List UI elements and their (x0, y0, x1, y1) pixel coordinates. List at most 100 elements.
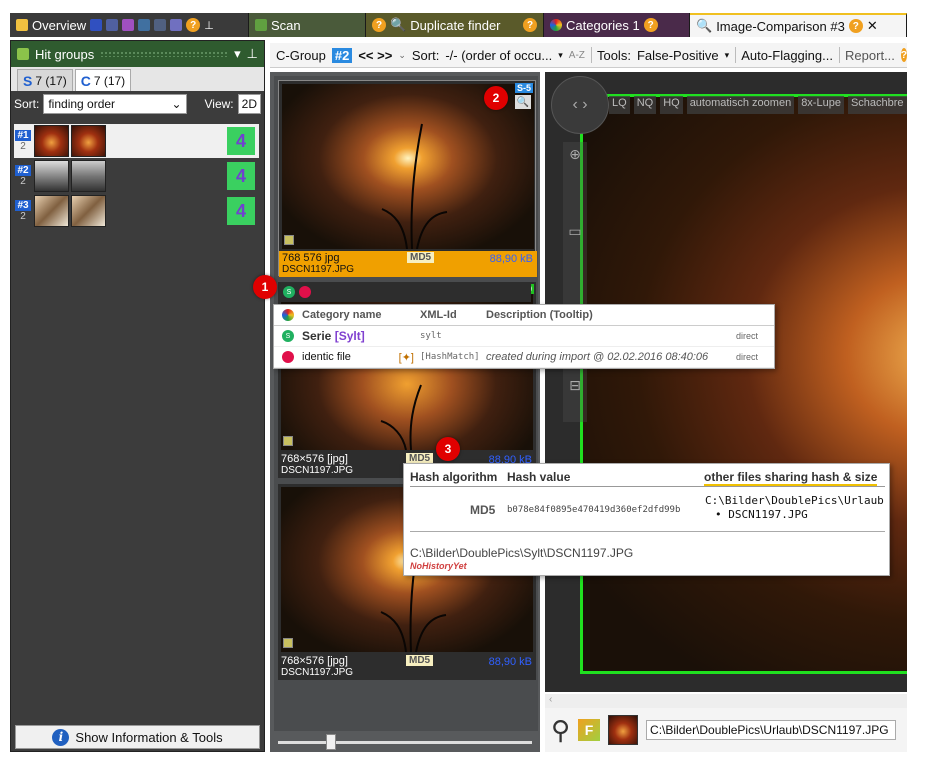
zoom-slider[interactable]: ⊕ ▭ ⊡ ⊟ (563, 142, 587, 422)
help-icon[interactable]: ? (186, 18, 201, 32)
dropdown-icon[interactable]: ⌄ (398, 50, 406, 61)
magnifier-icon: 🔍 (696, 18, 713, 33)
sort-row: Sort: finding order ⌄ View: 2D (11, 91, 264, 117)
folder-icon (16, 19, 28, 31)
tab-c-groups[interactable]: C 7 (17) (74, 69, 132, 91)
magnifier-icon: 🔍 (390, 17, 407, 32)
filter-f-icon[interactable]: F (578, 719, 601, 741)
group-count-badge: 4 (227, 127, 255, 155)
sort-label: Sort: (411, 47, 440, 63)
checkerboard-button[interactable]: Schachbre (847, 96, 907, 114)
help-icon[interactable]: ? (900, 48, 907, 62)
help-icon[interactable]: ? (848, 19, 863, 33)
chevron-down-icon: ⌄ (171, 97, 182, 111)
comparison-toolbar: C-Group #2 << >> ⌄ Sort: -/- (order of o… (270, 43, 907, 68)
view-mode-button[interactable]: 2D (237, 94, 261, 114)
flag-checkbox[interactable] (283, 436, 293, 446)
hit-group-row[interactable]: #1 2 4 (14, 124, 259, 158)
tab-categories-label: Categories 1 (566, 17, 640, 33)
chevron-right-icon[interactable]: › (582, 96, 587, 114)
tab-overview[interactable]: Overview ? ⊥ (10, 13, 249, 37)
tab-image-comparison[interactable]: 🔍 Image-Comparison #3 ? ✕ (690, 13, 907, 37)
file-path-field[interactable]: C:\Bilder\DoublePics\Urlaub\DSCN1197.JPG (646, 720, 897, 740)
viewer-horizontal-scrollbar[interactable]: ‹ (545, 694, 907, 708)
grid-icon[interactable] (154, 19, 167, 31)
group-thumbnail (71, 160, 106, 192)
zoom-out-icon[interactable]: ⊟ (569, 377, 581, 394)
group-nav-buttons[interactable]: << >> (358, 48, 392, 63)
search-icon[interactable]: ⚲ (551, 715, 570, 746)
large-image-preview[interactable] (580, 94, 907, 674)
help-icon[interactable]: ? (643, 18, 658, 32)
pan-navigation-control[interactable]: ‹ › (551, 76, 609, 134)
flag-checkbox[interactable] (283, 638, 293, 648)
pin-icon[interactable]: ⊥ (247, 46, 258, 62)
card-category-strip: S (281, 284, 531, 302)
image-meta: 768 576 jpg DSCN1197.JPG MD5 88,90 kB (279, 251, 537, 277)
report-button[interactable]: Report... (845, 48, 895, 63)
category-identic-dot[interactable] (299, 286, 311, 298)
tab-scan[interactable]: Scan (249, 13, 366, 37)
tab-s-groups[interactable]: S 7 (17) (17, 69, 73, 91)
category-row: identic file [✦] [HashMatch] created duri… (274, 347, 774, 368)
image-list-panel: S-5 🔍 768 576 jpg DSCN1197.JPG MD5 88,90… (270, 72, 540, 752)
dropdown-arrow-icon[interactable]: ▾ (725, 50, 730, 61)
sort-select[interactable]: finding order ⌄ (43, 94, 187, 114)
zoom-icon[interactable]: 🔍 (515, 95, 531, 109)
hit-group-row[interactable]: #2 2 4 (14, 159, 259, 193)
current-image-thumbnail (608, 715, 639, 745)
palette-icon[interactable] (170, 19, 183, 31)
category-tooltip: Category name XML-Id Description (Toolti… (273, 304, 775, 369)
quality-hq-button[interactable]: HQ (660, 96, 683, 114)
color-icon[interactable] (122, 19, 135, 31)
filter-icon[interactable] (106, 19, 119, 31)
hit-groups-panel: Hit groups ▾ ⊥ S 7 (17) C 7 (17) Sort: f… (10, 40, 265, 752)
hit-group-row[interactable]: #3 2 4 (14, 194, 259, 228)
zoom-in-icon[interactable]: ⊕ (569, 146, 581, 163)
expand-icon[interactable] (138, 19, 151, 31)
auto-flagging-button[interactable]: Auto-Flagging... (741, 48, 833, 63)
tab-overview-label: Overview (32, 17, 87, 33)
help-icon[interactable]: ? (523, 18, 537, 32)
cgroup-label: C-Group (276, 47, 326, 63)
chevron-left-icon[interactable]: ‹ (572, 96, 577, 114)
md5-badge[interactable]: MD5 (406, 655, 434, 666)
cgroup-number: #2 (331, 47, 353, 63)
zoom-level-icon[interactable]: ▭ (568, 223, 581, 240)
tab-scan-label: Scan (271, 17, 301, 33)
az-sort-button[interactable]: A-Z (569, 50, 585, 61)
tab-duplicate-finder[interactable]: ? 🔍 Duplicate finder ? (366, 13, 544, 37)
flag-checkbox[interactable] (284, 235, 294, 245)
tab-duplicate-finder-label: Duplicate finder (410, 17, 501, 33)
tools-select[interactable]: False-Positive (637, 48, 719, 63)
group-thumbnail (34, 160, 69, 192)
quality-lq-button[interactable]: LQ (609, 96, 630, 114)
slider-handle[interactable] (326, 734, 336, 750)
scan-icon (255, 19, 267, 31)
tab-categories[interactable]: Categories 1 ? (544, 13, 690, 37)
dropdown-arrow-icon[interactable]: ▾ (558, 50, 563, 61)
sort-select[interactable]: -/- (order of occu... (445, 48, 552, 63)
thumbnail-size-slider[interactable] (278, 734, 532, 750)
category-sylt-dot[interactable]: S (283, 286, 295, 298)
quality-nq-button[interactable]: NQ (633, 96, 657, 114)
category-dot: S (282, 330, 294, 342)
view-icon[interactable] (90, 19, 103, 31)
auto-zoom-button[interactable]: automatisch zoomen (686, 96, 795, 114)
image-meta: 768×576 [jpg] DSCN1197.JPG MD5 88,90 kB (281, 655, 532, 678)
dropdown-icon[interactable]: ▾ (234, 46, 241, 62)
group-count-badge: 4 (227, 162, 255, 190)
md5-badge[interactable]: MD5 (407, 252, 435, 263)
categories-icon (550, 19, 562, 31)
pin-icon[interactable]: ⊥ (204, 19, 214, 32)
viewer-bottom-bar: ⚲ F C:\Bilder\DoublePics\Urlaub\DSCN1197… (545, 708, 907, 752)
show-information-tools-button[interactable]: i Show Information & Tools (15, 725, 260, 749)
image-viewer[interactable]: ‹ › LQ NQ HQ automatisch zoomen 8x-Lupe … (545, 72, 907, 692)
group-count-badge: 4 (227, 197, 255, 225)
help-icon[interactable]: ? (372, 18, 386, 32)
close-icon[interactable]: ✕ (867, 18, 878, 34)
image-list[interactable]: S-5 🔍 768 576 jpg DSCN1197.JPG MD5 88,90… (274, 76, 538, 731)
group-thumbnail (34, 195, 69, 227)
hash-tooltip: Hash algorithm Hash value other files sh… (403, 463, 890, 576)
magnifier-8x-button[interactable]: 8x-Lupe (798, 96, 844, 114)
